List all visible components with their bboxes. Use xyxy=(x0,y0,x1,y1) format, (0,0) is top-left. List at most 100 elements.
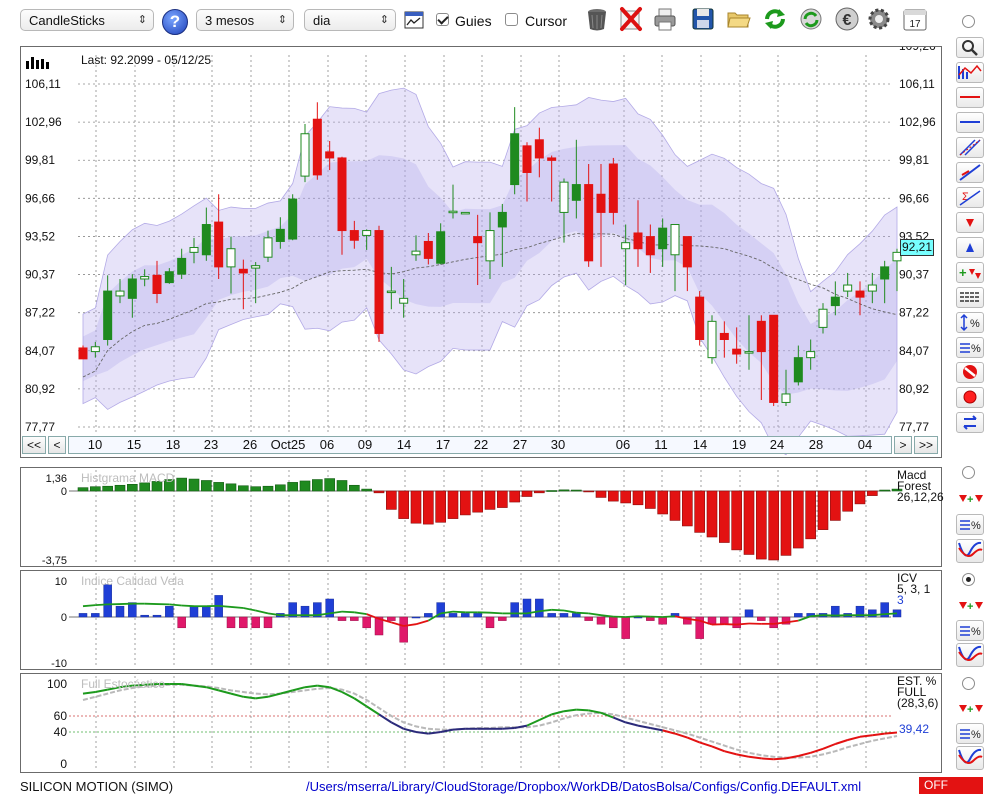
histogram-bar xyxy=(768,490,779,561)
stochastic-k-line xyxy=(390,721,405,730)
x-tick-label: 09 xyxy=(357,437,373,452)
y-tick-label: -3,75 xyxy=(42,555,67,566)
trend-line-icon[interactable] xyxy=(956,162,984,183)
sell-arrow-icon[interactable] xyxy=(956,212,984,233)
oscillator-icon[interactable] xyxy=(956,643,984,667)
icv-bar xyxy=(399,616,408,643)
candle-body xyxy=(695,296,705,340)
histogram-bar xyxy=(645,490,656,509)
candle-body xyxy=(386,290,396,294)
candle-body xyxy=(189,247,199,253)
oscillator-icon[interactable] xyxy=(956,746,984,770)
stochastic-k-line xyxy=(588,709,602,714)
chevron-updown-icon: ⇕ xyxy=(379,14,389,26)
icv-bar xyxy=(448,613,458,618)
levels-percent-icon[interactable]: % xyxy=(956,337,984,358)
candle-body xyxy=(152,274,162,295)
chart-settings-icon[interactable] xyxy=(404,10,424,30)
candle-body xyxy=(127,278,137,299)
horizontal-line-icon[interactable] xyxy=(956,87,984,108)
svg-text:%: % xyxy=(971,729,981,741)
stochastic-k-line xyxy=(576,708,589,712)
signals-icon[interactable]: + xyxy=(956,262,984,283)
macd-radio[interactable] xyxy=(962,466,975,479)
zoom-icon[interactable] xyxy=(956,37,984,58)
candle-body xyxy=(830,296,840,307)
candle-body xyxy=(584,184,594,262)
cursor-checkbox[interactable] xyxy=(505,13,518,26)
levels-percent-icon[interactable]: % xyxy=(956,620,984,641)
signals-red-icon[interactable]: + xyxy=(958,597,984,615)
candle-body xyxy=(522,145,532,173)
signals-red-icon[interactable]: + xyxy=(958,700,984,718)
levels-percent-icon[interactable]: % xyxy=(956,514,984,535)
swap-icon[interactable] xyxy=(956,412,984,433)
config-path-link[interactable]: /Users/mserra/Library/CloudStorage/Dropb… xyxy=(306,779,861,794)
oscillator-icon[interactable] xyxy=(956,539,984,563)
candle-body xyxy=(732,348,742,355)
candle-body xyxy=(140,276,150,280)
y-tick-label: 99,81 xyxy=(25,153,55,167)
period-select[interactable]: 3 mesos ⇕ xyxy=(196,9,294,31)
icv-param: 3 xyxy=(897,593,904,607)
update-icon[interactable] xyxy=(798,6,824,32)
euro-icon[interactable]: € xyxy=(834,6,860,32)
buy-arrow-icon[interactable] xyxy=(956,237,984,258)
histogram-bar xyxy=(805,490,816,540)
candle-body xyxy=(226,248,236,268)
main-chart-panel[interactable]: 106,11 106,11 102,96 102,96 99,81 99,81 96,66 9… xyxy=(20,46,942,458)
guides-checkbox[interactable] xyxy=(436,13,449,26)
main-panel-radio[interactable] xyxy=(962,15,975,28)
candle-body xyxy=(251,265,261,269)
icv-panel[interactable]: 10 0 -10 Indice Calidad Vela ICV 5, 3, 1 3 xyxy=(20,570,942,670)
save-icon[interactable] xyxy=(690,6,716,32)
delete-icon[interactable] xyxy=(618,6,644,32)
candle-body xyxy=(547,157,557,161)
open-folder-icon[interactable] xyxy=(726,6,752,32)
fibonacci-icon[interactable]: Σ xyxy=(956,187,984,208)
trend-channel-icon[interactable] xyxy=(956,137,984,158)
stochastic-k-line xyxy=(699,741,713,748)
macd-panel[interactable]: 1,36 0 -3,75 Histgrama MACD Macd Forest 26… xyxy=(20,467,944,567)
histogram-bar xyxy=(682,490,693,527)
trash-icon[interactable] xyxy=(584,6,610,32)
icv-bar xyxy=(337,616,347,621)
stochastic-panel[interactable]: 100 60 40 0 Full Estocástico EST. % FULL (2… xyxy=(20,673,942,773)
icv-radio[interactable] xyxy=(962,573,975,586)
calendar-icon[interactable]: 17 xyxy=(902,6,928,32)
horizontal-line-blue-icon[interactable] xyxy=(956,112,984,133)
stochastic-k-line xyxy=(292,686,306,692)
icv-bar xyxy=(473,613,482,618)
candle-body xyxy=(818,308,828,328)
stochastic-radio[interactable] xyxy=(962,677,975,690)
chart-type-select[interactable]: CandleSticks ⇕ xyxy=(20,9,154,31)
y-tick-label: 106,11 xyxy=(899,77,935,91)
histogram-bar xyxy=(694,490,705,533)
y-tick-label: 90,37 xyxy=(25,268,55,282)
print-icon[interactable] xyxy=(652,6,678,32)
y-tick-label: 1,36 xyxy=(46,473,67,485)
y-tick-label: 60 xyxy=(54,709,68,723)
remove-icon[interactable] xyxy=(956,362,984,383)
levels-percent-icon[interactable]: % xyxy=(956,723,984,744)
candle-body xyxy=(867,284,877,292)
candle-body xyxy=(843,284,853,292)
indicator-chart-icon[interactable] xyxy=(956,62,984,83)
signals-red-icon[interactable]: + xyxy=(958,490,984,508)
histogram-bar xyxy=(595,490,607,498)
icv-title: Indice Calidad Vela xyxy=(81,574,184,588)
stochastic-k-line xyxy=(403,727,417,733)
record-icon[interactable] xyxy=(956,387,984,408)
x-tick-label: 19 xyxy=(731,437,747,452)
settings-gear-icon[interactable] xyxy=(866,6,892,32)
scale-percent-icon[interactable]: % xyxy=(956,312,984,333)
lines-list-icon[interactable] xyxy=(956,287,984,308)
stochastic-k-line xyxy=(341,691,355,700)
stochastic-k-line xyxy=(612,716,627,724)
histogram-bar xyxy=(830,490,841,521)
interval-select[interactable]: dia ⇕ xyxy=(304,9,396,31)
status-off-badge[interactable]: OFF xyxy=(919,777,983,794)
help-icon[interactable]: ? xyxy=(162,9,188,35)
refresh-icon[interactable] xyxy=(762,6,788,32)
candlestick-chart[interactable]: 106,11 106,11 102,96 102,96 99,81 99,81 96,66 9… xyxy=(21,47,941,457)
